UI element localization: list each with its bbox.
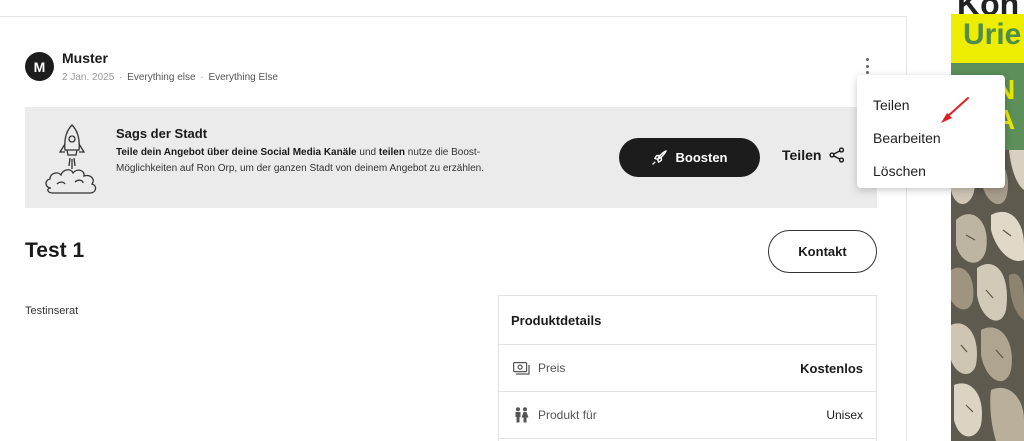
page: M Muster 2 Jan. 2025 · Everything else ·… — [0, 0, 1024, 441]
people-icon — [512, 407, 530, 423]
boost-button[interactable]: Boosten — [619, 138, 760, 177]
money-icon — [512, 360, 530, 376]
details-row-gender: Produkt für Unisex — [499, 392, 876, 439]
banner-title: Sags der Stadt — [116, 126, 208, 141]
post-meta: 2 Jan. 2025 · Everything else · Everythi… — [62, 72, 278, 83]
menu-item-delete[interactable]: Löschen — [857, 154, 1005, 187]
banner-text-bold: Teile dein Angebot über deine Social Med… — [116, 147, 357, 158]
boost-banner: Sags der Stadt Teile dein Angebot über d… — [25, 107, 877, 208]
post-date: 2 Jan. 2025 — [62, 72, 115, 83]
share-icon — [829, 147, 845, 163]
listing-title: Test 1 — [25, 239, 85, 262]
author-info: Muster 2 Jan. 2025 · Everything else · E… — [62, 51, 278, 84]
ad-yellow-text: Urie — [963, 18, 1022, 51]
details-label: Produkt für — [538, 408, 597, 422]
banner-text-bold: teilen — [378, 147, 405, 158]
details-label: Preis — [538, 361, 566, 375]
rocket-illustration-icon — [45, 124, 97, 194]
options-menu: Teilen Bearbeiten Löschen — [857, 75, 1005, 188]
menu-item-edit[interactable]: Bearbeiten — [857, 121, 1005, 154]
menu-item-share[interactable]: Teilen — [857, 88, 1005, 121]
meta-separator: · — [119, 72, 123, 83]
post-category[interactable]: Everything else — [127, 72, 195, 83]
post-subcategory[interactable]: Everything Else — [208, 72, 277, 83]
advertisement-image[interactable]: Kon Urie NA — [951, 0, 1024, 441]
banner-text: Teile dein Angebot über deine Social Med… — [116, 145, 501, 177]
meta-separator: · — [200, 72, 204, 83]
more-options-icon[interactable] — [861, 58, 873, 74]
details-value: Unisex — [826, 408, 863, 422]
contact-button[interactable]: Kontakt — [768, 230, 877, 273]
ad-yellow-block: Urie — [951, 14, 1024, 63]
share-button[interactable]: Teilen — [782, 147, 845, 163]
avatar[interactable]: M — [25, 52, 54, 81]
boost-button-label: Boosten — [675, 150, 728, 165]
post-author: M Muster 2 Jan. 2025 · Everything else ·… — [25, 51, 278, 83]
details-value: Kostenlos — [800, 360, 863, 376]
rocket-icon — [651, 150, 667, 165]
banner-text-plain: und — [356, 147, 379, 158]
stones-photo — [951, 150, 1024, 441]
share-button-label: Teilen — [782, 147, 822, 163]
product-details-heading: Produktdetails — [499, 296, 876, 345]
ad-top-strip: Kon — [951, 0, 1024, 22]
listing-description: Testinserat — [25, 305, 79, 317]
author-name[interactable]: Muster — [62, 51, 278, 66]
product-details-panel: Produktdetails Preis Kostenlos Produkt f… — [498, 295, 877, 441]
details-row-price: Preis Kostenlos — [499, 345, 876, 392]
